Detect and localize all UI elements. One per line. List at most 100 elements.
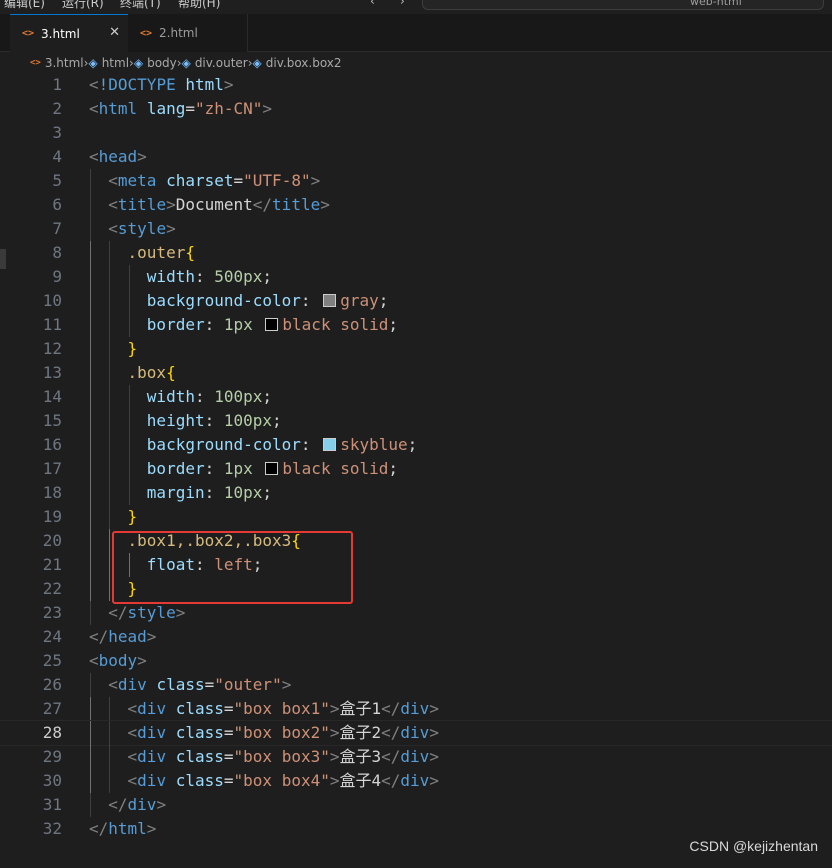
line-number: 10 xyxy=(42,291,62,310)
code-text: width: 100px; xyxy=(146,387,273,406)
code-line[interactable]: 5 <meta charset="UTF-8"> xyxy=(0,169,832,193)
line-number: 23 xyxy=(42,603,62,622)
line-number: 9 xyxy=(52,267,62,286)
code-line[interactable]: 9 width: 500px; xyxy=(0,265,832,289)
tab-2-html[interactable]: <> 2.html xyxy=(128,14,248,52)
menu-help[interactable]: 帮助(H) xyxy=(178,0,220,11)
breadcrumb: <> 3.html › ◈ html › ◈ body › ◈ div.outer › … xyxy=(0,52,832,74)
code-text: </html> xyxy=(89,819,157,838)
color-swatch[interactable] xyxy=(265,318,279,331)
watermark: CSDN @kejizhentan xyxy=(689,838,818,854)
editor-tab-bar: <> 3.html ✕ <> 2.html xyxy=(0,14,832,52)
line-number: 4 xyxy=(52,147,62,166)
code-text: background-color: gray; xyxy=(146,291,389,310)
code-text: height: 100px; xyxy=(146,411,282,430)
code-text: <div class="box box1">盒子1</div> xyxy=(127,699,439,718)
code-text: <style> xyxy=(108,219,176,238)
command-center-search[interactable] xyxy=(422,0,824,10)
line-number: 1 xyxy=(52,75,62,94)
code-text: <head> xyxy=(89,147,147,166)
tab-label: 2.html xyxy=(159,26,198,40)
search-text: web-html xyxy=(690,0,742,8)
line-number: 25 xyxy=(42,651,62,670)
code-line[interactable]: 7 <style> xyxy=(0,217,832,241)
line-number: 13 xyxy=(42,363,62,382)
code-text: width: 500px; xyxy=(146,267,273,286)
code-text: } xyxy=(127,339,138,358)
close-icon[interactable]: ✕ xyxy=(109,25,120,40)
color-swatch[interactable] xyxy=(265,462,279,475)
code-line[interactable]: 16 background-color: skyblue; xyxy=(0,433,832,457)
line-number: 22 xyxy=(42,579,62,598)
code-line[interactable]: 18 margin: 10px; xyxy=(0,481,832,505)
line-number: 24 xyxy=(42,627,62,646)
code-text: </head> xyxy=(89,627,157,646)
color-swatch[interactable] xyxy=(323,294,337,307)
breadcrumb-html[interactable]: ◈ html xyxy=(88,56,129,70)
code-line[interactable]: 24 </head> xyxy=(0,625,832,649)
code-line[interactable]: 14 width: 100px; xyxy=(0,385,832,409)
tab-3-html[interactable]: <> 3.html ✕ xyxy=(10,14,128,52)
code-text: .box{ xyxy=(127,363,176,382)
code-line[interactable]: 10 background-color: gray; xyxy=(0,289,832,313)
code-line[interactable]: 1 <!DOCTYPE html> xyxy=(0,73,832,97)
line-number: 31 xyxy=(42,795,62,814)
code-text: <html lang="zh-CN"> xyxy=(89,99,273,118)
code-editor[interactable]: 1 <!DOCTYPE html> 2 <html lang="zh-CN"> 3 4 <h… xyxy=(0,73,832,843)
code-line[interactable]: 12 } xyxy=(0,337,832,361)
line-number: 3 xyxy=(52,123,62,142)
line-number: 32 xyxy=(42,819,62,838)
color-swatch[interactable] xyxy=(323,438,337,451)
code-line[interactable]: 17 border: 1px black solid; xyxy=(0,457,832,481)
line-number: 12 xyxy=(42,339,62,358)
code-text: border: 1px black solid; xyxy=(146,315,399,334)
code-text: </div> xyxy=(108,795,167,814)
menu-edit[interactable]: 编辑(E) xyxy=(4,0,45,11)
code-text: <meta charset="UTF-8"> xyxy=(108,171,321,190)
code-text: <div class="outer"> xyxy=(108,675,292,694)
code-line[interactable]: 19 } xyxy=(0,505,832,529)
back-arrow-icon[interactable]: ‹ xyxy=(370,0,375,8)
breadcrumb-body[interactable]: ◈ body xyxy=(134,56,177,70)
forward-arrow-icon[interactable]: › xyxy=(400,0,405,8)
tab-label: 3.html xyxy=(41,26,80,41)
code-line[interactable]: 23 </style> xyxy=(0,601,832,625)
breadcrumb-file[interactable]: <> 3.html xyxy=(30,56,84,70)
line-number: 5 xyxy=(52,171,62,190)
line-number: 19 xyxy=(42,507,62,526)
element-icon: ◈ xyxy=(88,56,98,70)
line-number: 8 xyxy=(52,243,62,262)
code-line[interactable]: 31 </div> xyxy=(0,793,832,817)
menu-terminal[interactable]: 终端(T) xyxy=(120,0,161,11)
code-line[interactable]: 2 <html lang="zh-CN"> xyxy=(0,97,832,121)
code-line[interactable]: 30 <div class="box box4">盒子4</div> xyxy=(0,769,832,793)
code-line[interactable]: 28 <div class="box box2">盒子2</div> xyxy=(0,720,832,746)
breadcrumb-div-outer[interactable]: ◈ div.outer xyxy=(182,56,248,70)
html-file-icon: <> xyxy=(140,27,153,39)
line-number: 17 xyxy=(42,459,62,478)
code-line[interactable]: 29 <div class="box box3">盒子3</div> xyxy=(0,745,832,769)
code-text: <div class="box box3">盒子3</div> xyxy=(127,747,439,766)
code-text: <div class="box box2">盒子2</div> xyxy=(127,723,439,742)
code-line[interactable]: 25 <body> xyxy=(0,649,832,673)
line-number: 6 xyxy=(52,195,62,214)
breadcrumb-div-box2[interactable]: ◈ div.box.box2 xyxy=(253,56,342,70)
code-text: <title>Document</title> xyxy=(108,195,330,214)
code-line[interactable]: 4 <head> xyxy=(0,145,832,169)
menu-run[interactable]: 运行(R) xyxy=(62,0,104,11)
html-file-icon: <> xyxy=(22,28,35,39)
code-line[interactable]: 13 .box{ xyxy=(0,361,832,385)
element-icon: ◈ xyxy=(133,56,144,70)
code-line[interactable]: 8 .outer{ xyxy=(0,241,832,265)
code-line[interactable]: 26 <div class="outer"> xyxy=(0,673,832,697)
code-line[interactable]: 3 xyxy=(0,121,832,145)
line-number: 11 xyxy=(42,315,62,334)
code-text: <body> xyxy=(89,651,147,670)
red-highlight-box xyxy=(112,531,353,604)
code-line[interactable]: 15 height: 100px; xyxy=(0,409,832,433)
code-line[interactable]: 11 border: 1px black solid; xyxy=(0,313,832,337)
code-line[interactable]: 6 <title>Document</title> xyxy=(0,193,832,217)
line-number: 16 xyxy=(42,435,62,454)
code-line[interactable]: 27 <div class="box box1">盒子1</div> xyxy=(0,697,832,721)
code-text: </style> xyxy=(108,603,186,622)
